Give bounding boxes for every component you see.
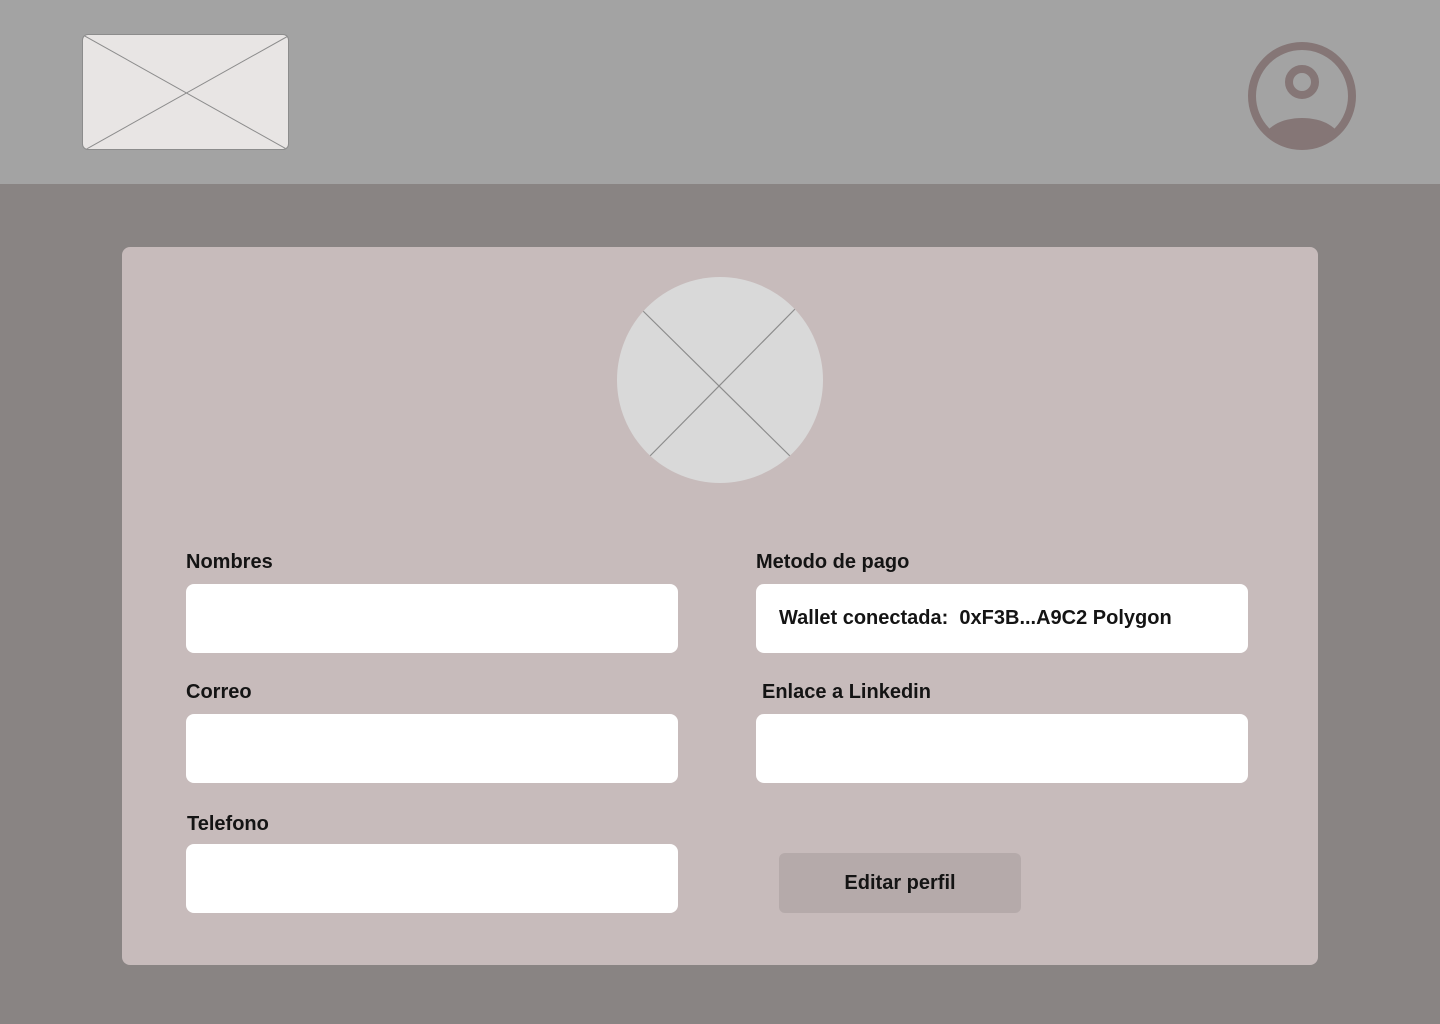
edit-profile-button[interactable]: Editar perfil: [779, 853, 1021, 913]
avatar-placeholder-icon[interactable]: [617, 277, 823, 483]
correo-label: Correo: [186, 681, 252, 703]
metodo-pago-label: Metodo de pago: [756, 551, 910, 573]
correo-input[interactable]: [186, 714, 678, 783]
user-profile-icon[interactable]: [1246, 40, 1358, 152]
metodo-pago-input[interactable]: [756, 584, 1248, 653]
logo-placeholder-icon: [82, 34, 289, 150]
telefono-input[interactable]: [186, 844, 678, 913]
profile-card: Nombres Correo Telefono Metodo de pago E…: [122, 247, 1318, 965]
nombres-label: Nombres: [186, 551, 273, 573]
nombres-input[interactable]: [186, 584, 678, 653]
linkedin-input[interactable]: [756, 714, 1248, 783]
telefono-label: Telefono: [187, 813, 269, 835]
linkedin-label: Enlace a Linkedin: [762, 681, 931, 703]
top-header: [0, 0, 1440, 184]
